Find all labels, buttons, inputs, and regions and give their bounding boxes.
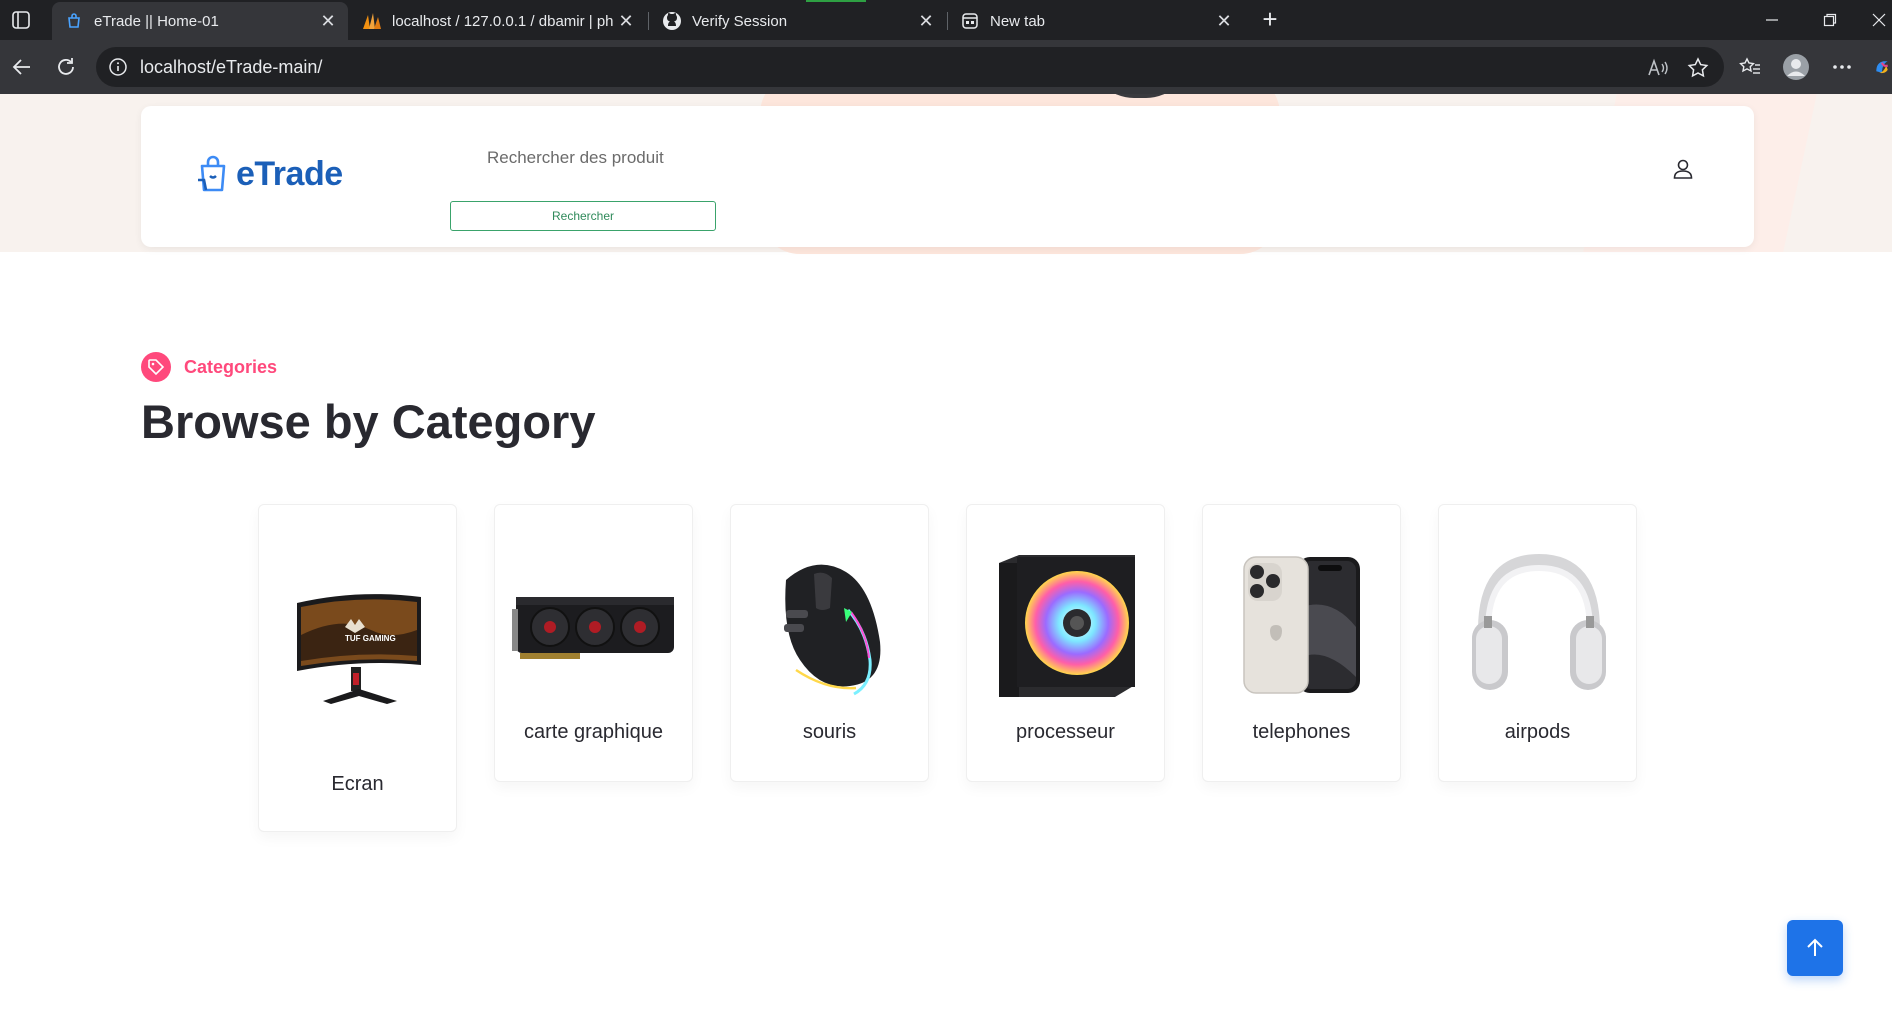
section-tag-label: Categories	[184, 356, 278, 377]
section-title: Browse by Category	[141, 395, 596, 448]
headphones-image	[1453, 545, 1624, 705]
url-text: localhost/eTrade-main/	[140, 57, 323, 77]
phpmyadmin-icon	[362, 11, 382, 31]
tab-title: localhost / 127.0.0.1 / dbamir | ph	[392, 12, 614, 30]
address-bar[interactable]: localhost/eTrade-main/	[96, 47, 1724, 87]
back-arrow-icon[interactable]	[8, 53, 36, 81]
site-logo[interactable]: eTrade	[196, 154, 343, 194]
reload-icon[interactable]	[52, 53, 80, 81]
close-tab-icon[interactable]: ✕	[914, 9, 938, 33]
tab-etrade-home[interactable]: eTrade || Home-01 ✕	[52, 2, 348, 40]
category-name: processeur	[1016, 721, 1115, 743]
browser-tab-bar: eTrade || Home-01 ✕ localhost / 127.0.0.…	[0, 0, 1892, 40]
category-name: Ecran	[331, 773, 384, 795]
minimize-icon[interactable]	[1752, 6, 1792, 34]
favorites-icon[interactable]	[1736, 53, 1764, 81]
cpu-cooler-image	[981, 545, 1152, 705]
copilot-icon[interactable]	[1872, 53, 1892, 81]
section-tag: Categories	[141, 352, 277, 382]
monitor-image: TUF GAMING	[273, 565, 444, 725]
tab-new-tab[interactable]: New tab ✕	[948, 2, 1244, 40]
close-tab-icon[interactable]: ✕	[614, 9, 638, 33]
category-name: carte graphique	[524, 721, 663, 743]
close-window-icon[interactable]	[1866, 6, 1892, 34]
category-card-airpods[interactable]: airpods	[1438, 504, 1637, 782]
restore-icon[interactable]	[1810, 6, 1850, 34]
tab-phpmyadmin[interactable]: localhost / 127.0.0.1 / dbamir | ph ✕	[350, 2, 646, 40]
page-content: eTrade Rechercher des produit Rechercher…	[0, 94, 1892, 1028]
profile-avatar-icon[interactable]	[1782, 53, 1810, 81]
more-menu-icon[interactable]	[1828, 53, 1856, 81]
tab-verify-session[interactable]: Verify Session ✕	[650, 2, 946, 40]
category-name: souris	[802, 721, 857, 743]
graphics-card-image	[509, 545, 680, 705]
tab-title: eTrade || Home-01	[94, 12, 219, 30]
tab-divider	[648, 12, 649, 30]
tab-actions-icon[interactable]	[10, 9, 32, 31]
close-tab-icon[interactable]: ✕	[316, 9, 340, 33]
site-header: eTrade Rechercher des produit Rechercher	[141, 106, 1754, 247]
scroll-to-top-button[interactable]	[1787, 920, 1843, 976]
read-aloud-icon[interactable]	[1646, 56, 1670, 80]
search-input[interactable]: Rechercher des produit	[487, 148, 664, 168]
category-name: airpods	[1504, 721, 1571, 743]
site-info-icon[interactable]	[108, 57, 128, 77]
tab-title: New tab	[990, 12, 1046, 30]
category-card-ecran[interactable]: TUF GAMING Ecran	[258, 504, 457, 832]
tab-title: Verify Session	[692, 12, 788, 30]
category-card-carte-graphique[interactable]: carte graphique	[494, 504, 693, 782]
search-button[interactable]: Rechercher	[450, 201, 716, 231]
smartphone-image	[1217, 545, 1388, 705]
category-card-processeur[interactable]: processeur	[966, 504, 1165, 782]
shopping-bag-logo-icon	[198, 155, 226, 192]
svg-text:TUF GAMING: TUF GAMING	[345, 634, 396, 643]
category-card-telephones[interactable]: telephones	[1202, 504, 1401, 782]
logo-text: eTrade	[236, 154, 343, 193]
browser-toolbar: localhost/eTrade-main/	[0, 40, 1892, 94]
category-card-souris[interactable]: souris	[730, 504, 929, 782]
github-icon	[662, 11, 682, 31]
favorite-star-icon[interactable]	[1686, 56, 1710, 80]
gaming-mouse-image	[745, 545, 916, 705]
etrade-favicon-icon	[64, 11, 84, 31]
new-tab-plus-icon[interactable]: +	[1256, 6, 1284, 34]
user-account-icon[interactable]	[1671, 157, 1695, 181]
price-tag-icon	[141, 352, 171, 382]
newtab-icon	[960, 11, 980, 31]
arrow-up-icon	[1807, 938, 1823, 956]
close-tab-icon[interactable]: ✕	[1212, 9, 1236, 33]
category-name: telephones	[1252, 721, 1351, 743]
